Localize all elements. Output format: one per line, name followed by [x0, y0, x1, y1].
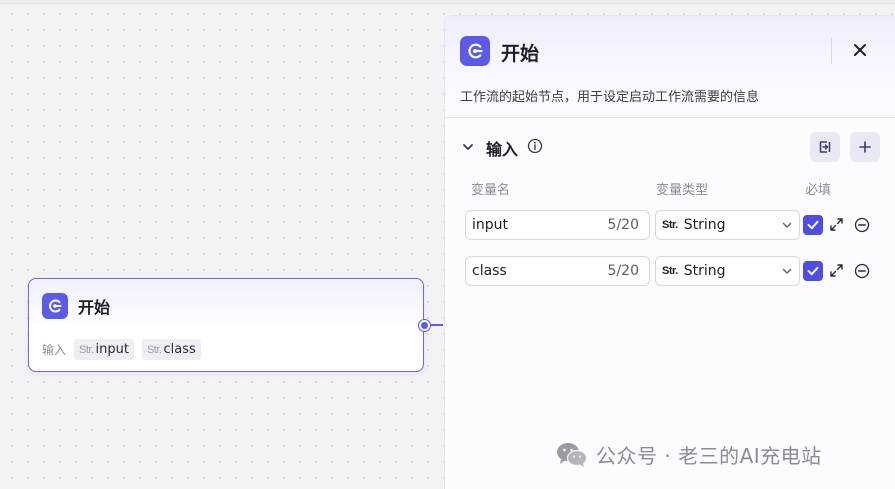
input-section-title: 输入	[486, 140, 519, 159]
check-icon	[807, 220, 819, 230]
char-count: 5/20	[607, 217, 639, 233]
variable-name-input[interactable]: class 5/20	[465, 256, 650, 286]
variable-row: class 5/20 Str. String	[445, 256, 895, 286]
chevron-down-icon	[782, 222, 792, 228]
variable-type-select[interactable]: Str. String	[655, 210, 800, 240]
tag-name: class	[163, 342, 196, 357]
top-toolbar-edge	[0, 0, 895, 4]
type-str-label: Str.	[79, 343, 94, 356]
import-variable-button[interactable]	[810, 132, 840, 162]
check-icon	[807, 266, 819, 276]
node-input-tag: Str. class	[141, 339, 201, 360]
watermark: 公众号 · 老三的AI充电站	[556, 440, 822, 469]
type-str-label: Str.	[662, 219, 678, 231]
node-settings-panel: 开始 工作流的起始节点，用于设定启动工作流需要的信息 输入 变量名 变量类型 必…	[444, 15, 895, 489]
watermark-text: 公众号 · 老三的AI充电站	[596, 444, 822, 468]
required-checkbox[interactable]	[803, 261, 823, 281]
variable-name-input[interactable]: input 5/20	[465, 210, 650, 240]
panel-description: 工作流的起始节点，用于设定启动工作流需要的信息	[460, 90, 760, 105]
expand-icon[interactable]	[829, 263, 844, 278]
column-header-type: 变量类型	[656, 183, 709, 198]
close-icon	[854, 44, 866, 56]
tag-name: input	[95, 342, 129, 357]
required-checkbox[interactable]	[803, 215, 823, 235]
import-icon	[819, 141, 831, 153]
info-icon[interactable]	[527, 138, 543, 154]
start-node-icon	[460, 36, 490, 66]
variable-row: input 5/20 Str. String	[445, 210, 895, 240]
wechat-icon	[557, 442, 588, 467]
node-inputs: 输入 Str. input Str. class	[42, 339, 201, 360]
type-str-label: Str.	[146, 343, 162, 356]
variable-type-value: String	[683, 217, 726, 233]
remove-icon[interactable]	[854, 263, 870, 279]
variable-name-value: input	[472, 217, 509, 233]
node-input-tag: Str. input	[74, 339, 134, 360]
chevron-down-icon	[782, 268, 792, 274]
close-button[interactable]	[849, 39, 871, 61]
start-node-icon	[42, 293, 68, 319]
variable-type-value: String	[683, 263, 726, 279]
type-str-label: Str.	[662, 265, 678, 277]
header-divider	[831, 38, 832, 64]
variable-name-value: class	[472, 263, 507, 279]
expand-icon[interactable]	[829, 217, 844, 232]
panel-title: 开始	[501, 43, 540, 65]
node-title: 开始	[78, 298, 111, 317]
start-node-card[interactable]: 开始 输入 Str. input Str. class	[28, 278, 424, 372]
plus-icon	[859, 141, 871, 153]
chevron-down-icon[interactable]	[461, 140, 475, 154]
add-variable-button[interactable]	[850, 132, 880, 162]
node-input-label: 输入	[42, 343, 67, 357]
variable-type-select[interactable]: Str. String	[655, 256, 800, 286]
node-output-port[interactable]	[419, 320, 430, 331]
remove-icon[interactable]	[854, 217, 870, 233]
char-count: 5/20	[607, 263, 639, 279]
connection-edge	[431, 324, 443, 326]
column-header-name: 变量名	[471, 183, 511, 198]
column-header-required: 必填	[805, 183, 832, 198]
